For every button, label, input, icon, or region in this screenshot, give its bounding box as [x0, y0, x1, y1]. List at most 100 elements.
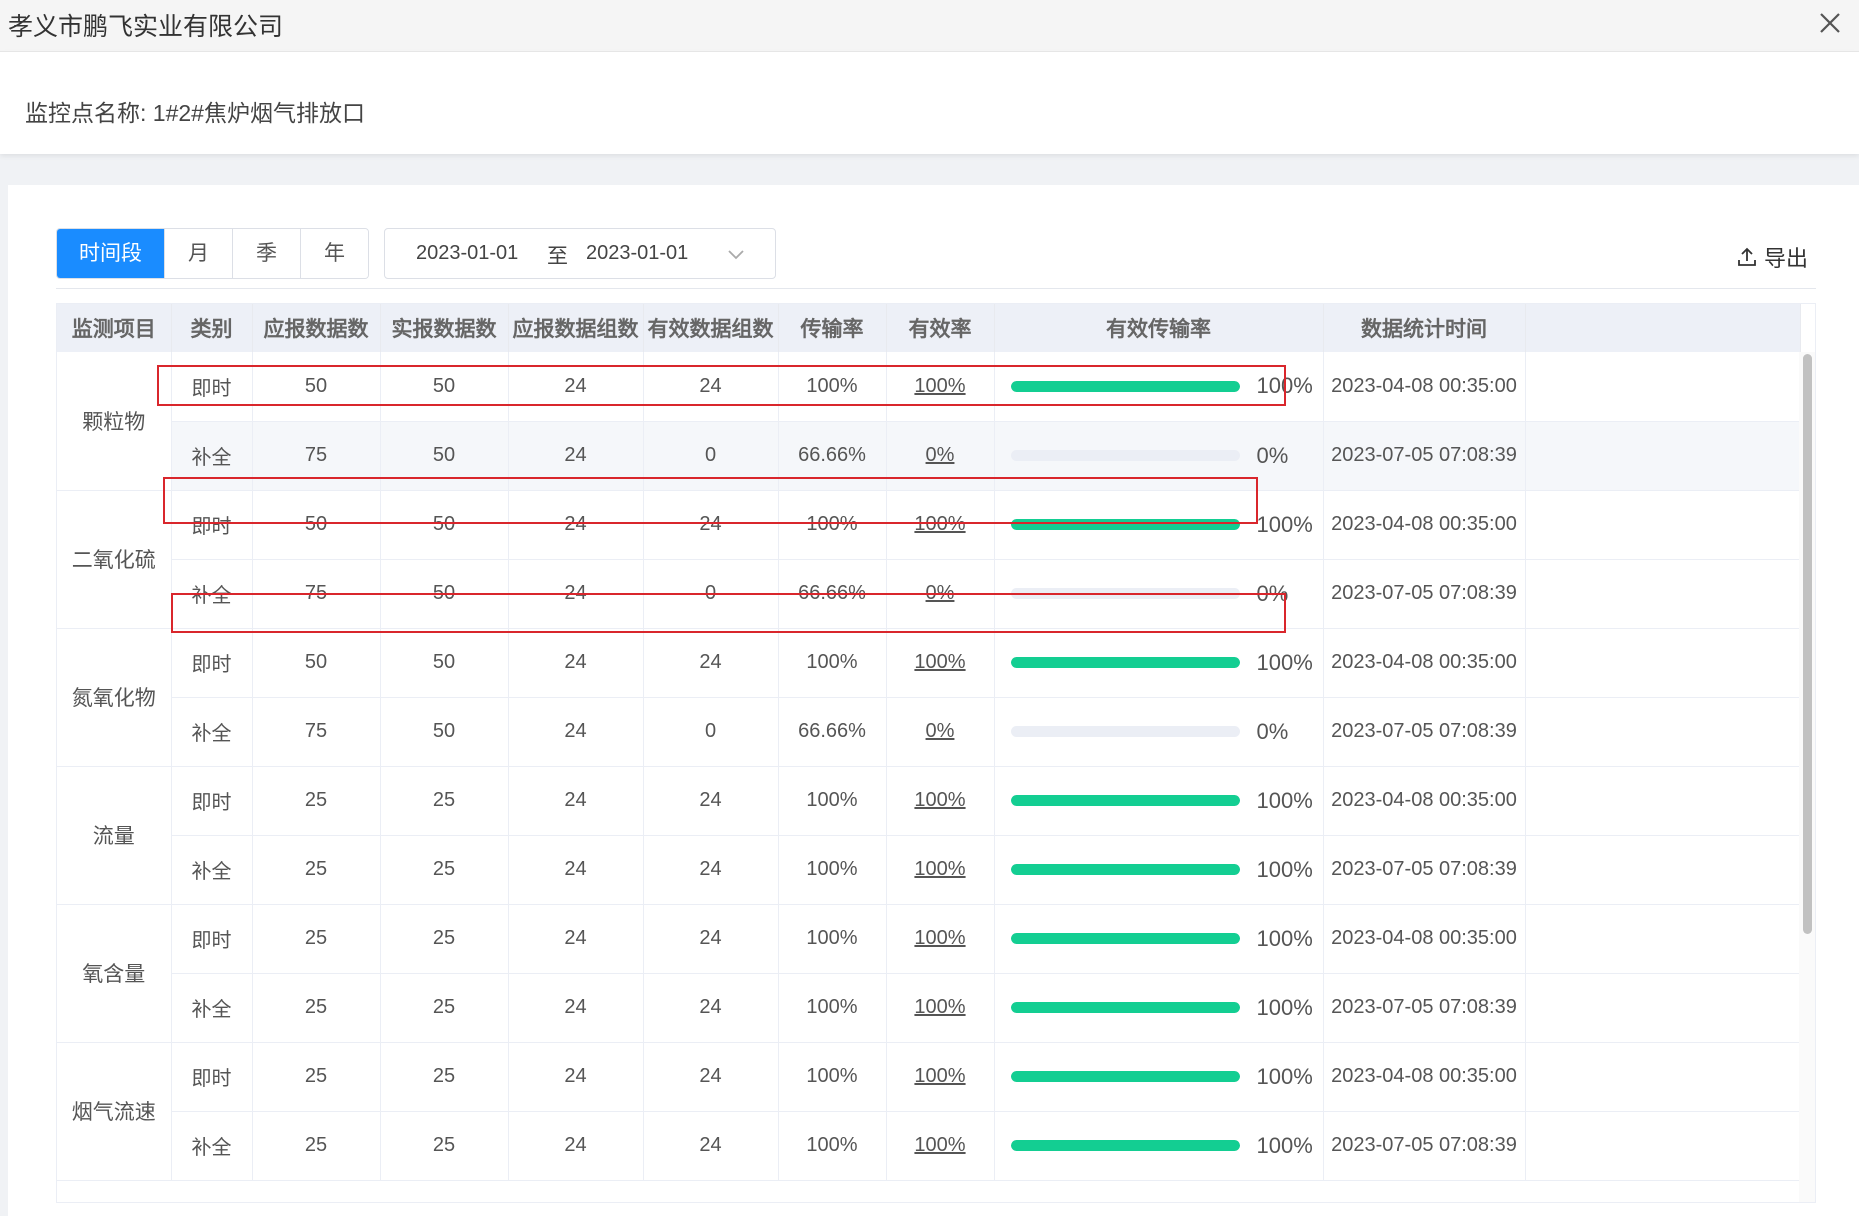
table-row: 烟气流速 即时 25 25 24 24 100% 100% 100% 2023-04-08 00:… — [57, 1042, 1801, 1181]
cell-expected-groups: 24 — [508, 697, 644, 767]
progress-text: 0% — [1256, 442, 1289, 468]
cell-spacer — [1525, 628, 1801, 698]
header-expected-groups: 应报数据组数 — [508, 304, 644, 352]
validity-link[interactable]: 100% — [914, 375, 965, 397]
cell-transmission: 100% — [778, 835, 887, 905]
header-expected: 应报数据数 — [252, 304, 381, 352]
cell-validity: 100% — [886, 835, 995, 905]
table-scrollbar[interactable] — [1799, 352, 1815, 1202]
cell-expected-groups: 24 — [508, 490, 644, 560]
cell-stat-time: 2023-07-05 07:08:39 — [1323, 559, 1526, 629]
table-header-row: 监测项目 类别 应报数据数 实报数据数 应报数据组数 有效数据组数 传输率 有效… — [57, 304, 1801, 352]
stats-table-container: 监测项目 类别 应报数据数 实报数据数 应报数据组数 有效数据组数 传输率 有效… — [56, 303, 1816, 1203]
progress: 100% — [995, 1064, 1323, 1090]
close-icon[interactable] — [1813, 6, 1847, 40]
cell-validity: 0% — [886, 697, 995, 767]
header-reported: 实报数据数 — [380, 304, 509, 352]
cell-type: 即时 — [171, 904, 253, 974]
tab-quarter[interactable]: 季 — [232, 229, 300, 278]
progress-track — [1010, 1140, 1240, 1151]
table-body: 颗粒物 即时 50 50 24 24 100% 100% 100% 2023-04-08 00:3… — [57, 352, 1801, 1181]
cell-stat-time: 2023-04-08 00:35:00 — [1323, 352, 1526, 422]
export-button[interactable]: 导出 — [1736, 241, 1808, 273]
table-row: 补全 25 25 24 24 100% 100% 100% 2023-07-05 07:08:3… — [57, 973, 1801, 1043]
validity-link[interactable]: 100% — [914, 996, 965, 1018]
validity-link[interactable]: 100% — [914, 1134, 965, 1156]
cell-effective-transmission: 100% — [994, 352, 1324, 422]
date-end[interactable]: 2023-01-01 — [586, 242, 688, 265]
cell-validity: 100% — [886, 766, 995, 836]
tab-time-range[interactable]: 时间段 — [57, 229, 164, 278]
cell-stat-time: 2023-04-08 00:35:00 — [1323, 628, 1526, 698]
cell-reported: 50 — [380, 490, 509, 560]
table-row: 流量 即时 25 25 24 24 100% 100% 100% 2023-04-08 00:35… — [57, 766, 1801, 905]
scrollbar-thumb[interactable] — [1803, 354, 1812, 934]
progress-track — [1010, 588, 1240, 599]
progress-text: 100% — [1256, 649, 1313, 675]
chevron-down-icon[interactable] — [725, 243, 747, 265]
validity-link[interactable]: 100% — [914, 927, 965, 949]
progress-text: 100% — [1256, 994, 1313, 1020]
cell-validity: 100% — [886, 352, 995, 422]
export-label: 导出 — [1764, 246, 1809, 271]
progress: 100% — [995, 788, 1323, 814]
toolbar-divider — [56, 288, 1816, 289]
date-range-picker[interactable]: 2023-01-01 至 2023-01-01 — [384, 228, 776, 279]
validity-link[interactable]: 100% — [914, 858, 965, 880]
table-row: 二氧化硫 即时 50 50 24 24 100% 100% 100% 2023-04-08 00:… — [57, 490, 1801, 629]
table-row: 补全 75 50 24 0 66.66% 0% 0% 2023-07-05 07:08:39 — [57, 697, 1801, 767]
validity-link[interactable]: 0% — [926, 582, 955, 604]
validity-link[interactable]: 100% — [914, 1065, 965, 1087]
cell-type: 即时 — [171, 766, 253, 836]
progress: 100% — [995, 650, 1323, 676]
date-start[interactable]: 2023-01-01 — [416, 242, 518, 265]
progress-text: 100% — [1256, 925, 1313, 951]
header-type: 类别 — [171, 304, 253, 352]
cell-spacer — [1525, 1111, 1801, 1181]
cell-expected: 75 — [252, 421, 381, 491]
cell-validity: 0% — [886, 421, 995, 491]
progress-track — [1010, 1071, 1240, 1082]
progress-text: 0% — [1256, 718, 1289, 744]
cell-expected-groups: 24 — [508, 766, 644, 836]
progress: 0% — [995, 581, 1323, 607]
cell-expected: 25 — [252, 835, 381, 905]
cell-type: 即时 — [171, 352, 253, 422]
table-row: 补全 75 50 24 0 66.66% 0% 0% 2023-07-05 07:08:39 — [57, 559, 1801, 629]
cell-validity: 100% — [886, 904, 995, 974]
cell-expected: 50 — [252, 628, 381, 698]
validity-link[interactable]: 100% — [914, 513, 965, 535]
cell-validity: 100% — [886, 1042, 995, 1112]
validity-link[interactable]: 100% — [914, 651, 965, 673]
cell-spacer — [1525, 490, 1801, 560]
cell-expected-groups: 24 — [508, 352, 644, 422]
cell-reported: 25 — [380, 1111, 509, 1181]
cell-spacer — [1525, 973, 1801, 1043]
table-row: 氮氧化物 即时 50 50 24 24 100% 100% 100% 2023-04-08 00:… — [57, 628, 1801, 767]
validity-link[interactable]: 0% — [926, 720, 955, 742]
progress-fill — [1010, 1140, 1240, 1151]
cell-expected-groups: 24 — [508, 628, 644, 698]
cell-transmission: 100% — [778, 904, 887, 974]
cell-item: 颗粒物 — [57, 352, 172, 491]
progress-track — [1010, 864, 1240, 875]
cell-effective-transmission: 100% — [994, 1111, 1324, 1181]
cell-valid-groups: 24 — [643, 766, 779, 836]
validity-link[interactable]: 100% — [914, 789, 965, 811]
cell-spacer — [1525, 835, 1801, 905]
cell-item: 氧含量 — [57, 904, 172, 1043]
validity-link[interactable]: 0% — [926, 444, 955, 466]
cell-valid-groups: 24 — [643, 490, 779, 560]
progress-fill — [1010, 864, 1240, 875]
header-spacer — [1525, 304, 1801, 352]
cell-reported: 25 — [380, 973, 509, 1043]
cell-expected: 50 — [252, 490, 381, 560]
tab-month[interactable]: 月 — [164, 229, 232, 278]
cell-stat-time: 2023-04-08 00:35:00 — [1323, 1042, 1526, 1112]
cell-expected-groups: 24 — [508, 904, 644, 974]
header-transmission: 传输率 — [778, 304, 887, 352]
tab-year[interactable]: 年 — [300, 229, 368, 278]
window-titlebar: 孝义市鹏飞实业有限公司 — [0, 0, 1859, 52]
progress-fill — [1010, 380, 1240, 392]
progress: 100% — [995, 512, 1323, 538]
